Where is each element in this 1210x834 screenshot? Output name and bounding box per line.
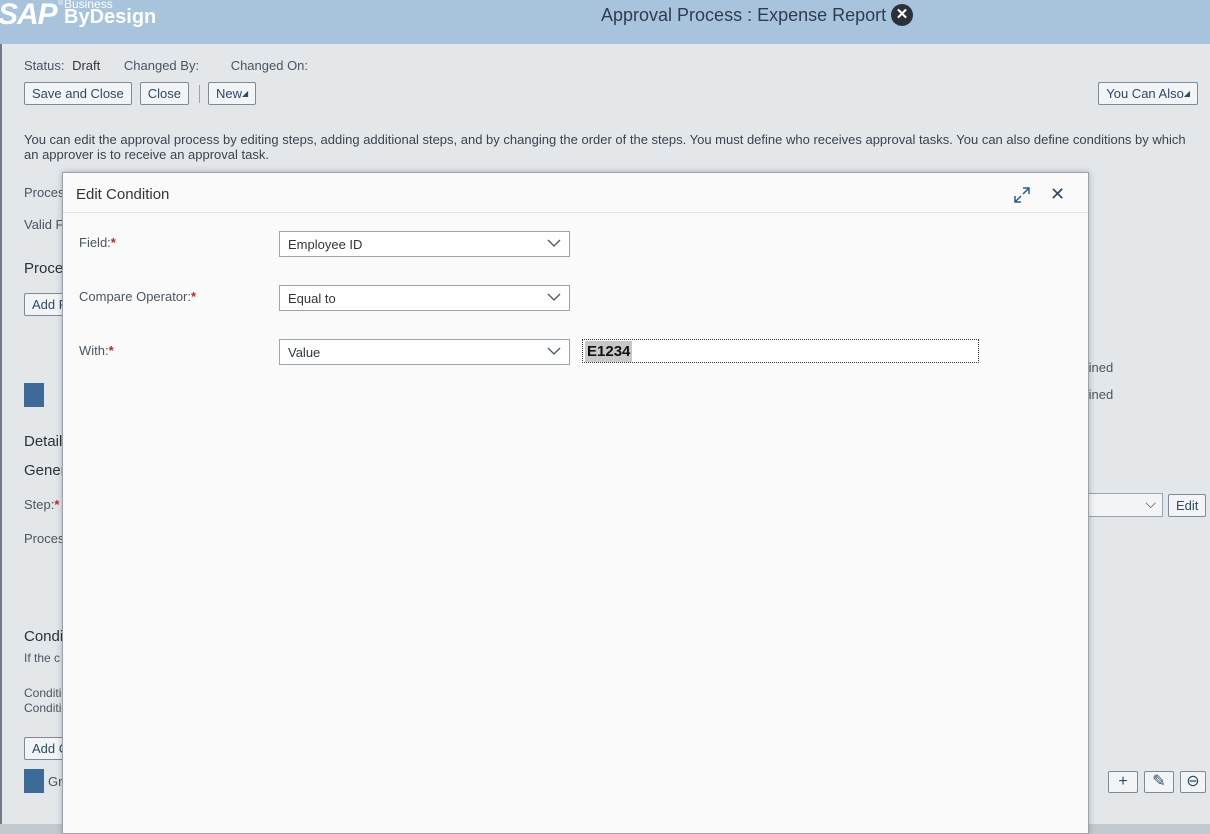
required-mark: *	[108, 343, 114, 358]
condition-label-1: Conditi	[24, 686, 62, 700]
dialog-title: Edit Condition	[76, 186, 170, 203]
required-mark: *	[110, 235, 116, 250]
compare-operator-label: Compare Operator:*	[79, 289, 196, 304]
remove-icon[interactable]: ⊖	[1180, 771, 1206, 793]
compare-operator-value: Equal to	[288, 291, 336, 306]
step-select[interactable]: ⌵	[1087, 493, 1163, 517]
chevron-down-icon	[547, 347, 561, 355]
group-row-selector[interactable]	[24, 769, 44, 793]
compare-operator-select[interactable]: Equal to	[279, 285, 570, 311]
table-cell-fined-2: fined	[1085, 387, 1114, 402]
menu-corner-icon: ◢	[1183, 89, 1190, 98]
process-steps-heading: Proce	[24, 260, 64, 277]
condition-label-2: Conditi	[24, 701, 62, 715]
with-select-value: Value	[288, 345, 321, 360]
edit-condition-dialog: Edit Condition ✕ Field:* Employee ID Com…	[62, 172, 1089, 834]
save-and-close-button[interactable]: Save and Close	[24, 82, 132, 105]
logo-registered-mark: ®	[58, 0, 64, 7]
conditions-heading: Condi	[24, 628, 64, 645]
new-button-label: New	[216, 86, 243, 101]
menu-corner-icon: ◢	[242, 89, 249, 98]
details-heading: Detail	[24, 433, 63, 450]
changed-on-label: Changed On:	[230, 58, 309, 73]
pencil-icon[interactable]: ✎	[1144, 771, 1174, 793]
required-mark: *	[54, 497, 60, 512]
status-label: Status:	[24, 58, 65, 73]
row-selector[interactable]	[24, 383, 44, 407]
processor-label: Proces	[24, 531, 65, 546]
field-select-value: Employee ID	[288, 237, 363, 252]
conditions-hint: If the c	[24, 651, 61, 665]
changed-by-label: Changed By:	[123, 58, 200, 73]
step-label-text: Step:	[24, 497, 55, 512]
logo-sap-text: SAP	[0, 0, 58, 31]
toolbar-separator	[199, 84, 201, 103]
shell-header: SAP ® Business ByDesign Approval Process…	[0, 0, 1210, 44]
window-close-icon[interactable]: ✕	[891, 4, 913, 26]
field-label: Field:*	[79, 235, 116, 250]
page-hint-text: You can edit the approval process by edi…	[24, 132, 1186, 162]
dialog-close-icon[interactable]: ✕	[1050, 184, 1065, 204]
step-label: Step:*	[24, 497, 59, 512]
chevron-down-icon	[547, 239, 561, 247]
with-label: With:*	[79, 343, 114, 358]
page-toolbar: Save and Close Close New◢	[24, 82, 264, 105]
compare-operator-label-text: Compare Operator:	[79, 289, 191, 304]
close-button[interactable]: Close	[139, 82, 190, 105]
window-title: Approval Process : Expense Report	[601, 5, 887, 25]
edit-button[interactable]: Edit	[1168, 494, 1207, 517]
chevron-down-icon: ⌵	[1145, 495, 1156, 511]
dialog-header: Edit Condition ✕	[63, 173, 1088, 213]
valid-from-label: Valid F	[24, 217, 64, 232]
value-input[interactable]: E1234	[582, 339, 979, 363]
general-heading: Gener	[24, 462, 66, 479]
you-can-also-label: You Can Also	[1106, 86, 1184, 101]
field-select[interactable]: Employee ID	[279, 231, 570, 257]
status-bar: Status: Draft Changed By: Changed On:	[24, 58, 312, 73]
group-label: Gr	[48, 774, 63, 789]
you-can-also-button[interactable]: You Can Also◢	[1098, 82, 1198, 105]
with-select[interactable]: Value	[279, 339, 570, 365]
logo-bydesign-text: ByDesign	[64, 6, 157, 28]
new-button[interactable]: New◢	[208, 82, 257, 105]
chevron-down-icon	[547, 293, 561, 301]
status-value: Draft	[72, 58, 101, 73]
process-label: Proces	[24, 185, 65, 200]
you-can-also-wrap: You Can Also◢	[1098, 82, 1198, 105]
required-mark: *	[191, 289, 197, 304]
field-label-text: Field:	[79, 235, 111, 250]
with-label-text: With:	[79, 343, 109, 358]
value-input-text: E1234	[585, 341, 633, 362]
table-cell-fined-1: fined	[1085, 360, 1114, 375]
add-icon[interactable]: +	[1108, 771, 1138, 793]
maximize-icon[interactable]	[1013, 186, 1031, 204]
